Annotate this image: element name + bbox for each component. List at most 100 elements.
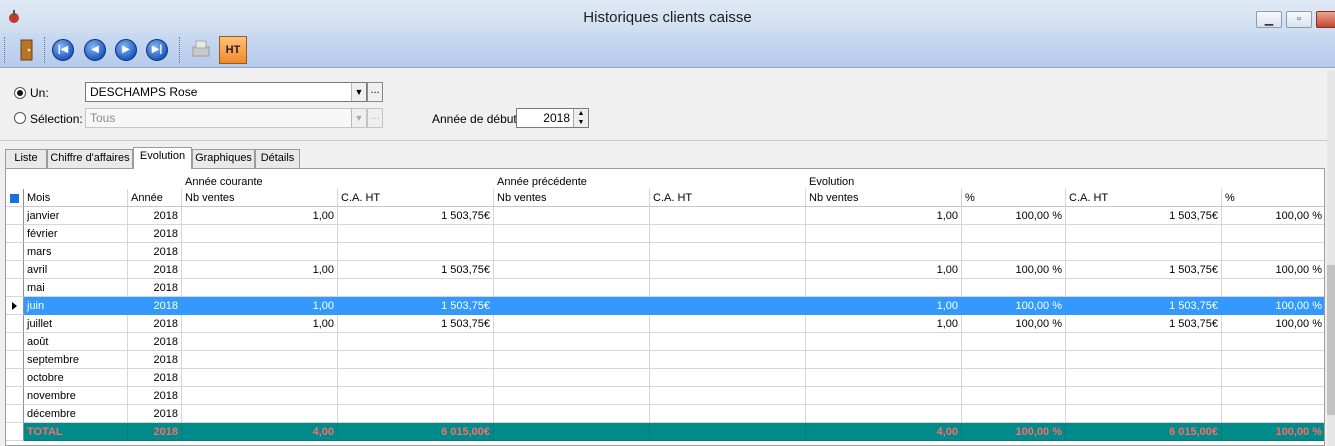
tab-chiffre-affaires[interactable]: Chiffre d'affaires bbox=[47, 149, 133, 168]
cell-evolution-ca-ht[interactable] bbox=[1066, 279, 1222, 297]
cell-evolution-nb-pct[interactable] bbox=[962, 405, 1066, 423]
column-header-annee[interactable]: Année bbox=[128, 189, 182, 207]
cell-courante-nb-ventes[interactable]: 1,00 bbox=[182, 315, 338, 333]
cell-evolution-ca-pct[interactable] bbox=[1222, 243, 1324, 261]
total-row[interactable]: TOTAL 2018 4,00 6 015,00€ 4,00 100,00 % 6 015,… bbox=[6, 423, 1324, 441]
cell-mois[interactable]: mars bbox=[24, 243, 128, 261]
client-select[interactable]: DESCHAMPS Rose ▼ bbox=[85, 82, 367, 102]
previous-record-button[interactable]: ◀ bbox=[82, 37, 108, 63]
row-indicator[interactable] bbox=[6, 351, 24, 369]
cell-evolution-ca-ht[interactable]: 1 503,75€ bbox=[1066, 315, 1222, 333]
cell-courante-ca-ht[interactable]: 1 503,75€ bbox=[338, 297, 494, 315]
cell-evolution-nb-pct[interactable]: 100,00 % bbox=[962, 423, 1066, 441]
cell-precedente-ca-ht[interactable] bbox=[650, 351, 806, 369]
column-header-courante-nb-ventes[interactable]: Nb ventes bbox=[182, 189, 338, 207]
cell-precedente-ca-ht[interactable] bbox=[650, 243, 806, 261]
cell-courante-nb-ventes[interactable]: 1,00 bbox=[182, 297, 338, 315]
cell-precedente-ca-ht[interactable] bbox=[650, 315, 806, 333]
table-row[interactable]: avril 2018 1,00 1 503,75€ 1,00 100,00 % 1 503,… bbox=[6, 261, 1324, 279]
column-header-evolution-nb-pct[interactable]: % bbox=[962, 189, 1066, 207]
cell-precedente-ca-ht[interactable] bbox=[650, 225, 806, 243]
cell-mois[interactable]: février bbox=[24, 225, 128, 243]
table-row[interactable]: août 2018 bbox=[6, 333, 1324, 351]
scrollbar-thumb[interactable] bbox=[1327, 265, 1335, 415]
cell-evolution-nb-ventes[interactable] bbox=[806, 387, 962, 405]
cell-evolution-ca-pct[interactable]: 100,00 % bbox=[1222, 423, 1324, 441]
cell-courante-ca-ht[interactable]: 1 503,75€ bbox=[338, 261, 494, 279]
maximize-button[interactable]: ▫ bbox=[1286, 11, 1312, 28]
cell-evolution-ca-ht[interactable] bbox=[1066, 405, 1222, 423]
cell-evolution-ca-ht[interactable] bbox=[1066, 243, 1222, 261]
cell-precedente-ca-ht[interactable] bbox=[650, 405, 806, 423]
annee-debut-spinner[interactable]: 2018 ▲ ▼ bbox=[516, 108, 589, 128]
cell-precedente-ca-ht[interactable] bbox=[650, 207, 806, 225]
cell-evolution-ca-pct[interactable] bbox=[1222, 369, 1324, 387]
row-indicator[interactable] bbox=[6, 207, 24, 225]
row-indicator[interactable] bbox=[6, 405, 24, 423]
first-record-button[interactable]: |◀ bbox=[50, 37, 76, 63]
cell-evolution-ca-pct[interactable] bbox=[1222, 225, 1324, 243]
cell-evolution-nb-pct[interactable]: 100,00 % bbox=[962, 297, 1066, 315]
cell-evolution-ca-ht[interactable]: 1 503,75€ bbox=[1066, 297, 1222, 315]
tab-graphiques[interactable]: Graphiques bbox=[192, 149, 255, 168]
cell-courante-nb-ventes[interactable] bbox=[182, 351, 338, 369]
cell-annee[interactable]: 2018 bbox=[128, 279, 182, 297]
cell-annee[interactable]: 2018 bbox=[128, 423, 182, 441]
cell-precedente-ca-ht[interactable] bbox=[650, 279, 806, 297]
cell-annee[interactable]: 2018 bbox=[128, 261, 182, 279]
column-header-precedente-ca-ht[interactable]: C.A. HT bbox=[650, 189, 806, 207]
cell-annee[interactable]: 2018 bbox=[128, 351, 182, 369]
cell-precedente-ca-ht[interactable] bbox=[650, 297, 806, 315]
table-row[interactable]: décembre 2018 bbox=[6, 405, 1324, 423]
un-radio[interactable] bbox=[14, 87, 26, 99]
tab-details[interactable]: Détails bbox=[255, 149, 300, 168]
row-indicator[interactable] bbox=[6, 423, 24, 441]
cell-mois[interactable]: avril bbox=[24, 261, 128, 279]
cell-courante-ca-ht[interactable]: 1 503,75€ bbox=[338, 207, 494, 225]
cell-evolution-nb-ventes[interactable] bbox=[806, 333, 962, 351]
tab-evolution[interactable]: Evolution bbox=[133, 147, 192, 169]
next-record-button[interactable]: ▶ bbox=[113, 37, 139, 63]
cell-evolution-ca-pct[interactable] bbox=[1222, 387, 1324, 405]
cell-courante-ca-ht[interactable]: 1 503,75€ bbox=[338, 315, 494, 333]
cell-precedente-nb-ventes[interactable] bbox=[494, 243, 650, 261]
cell-evolution-nb-ventes[interactable] bbox=[806, 369, 962, 387]
row-indicator[interactable] bbox=[6, 225, 24, 243]
evolution-grid[interactable]: Année courante Année précédente Evolutio… bbox=[5, 168, 1325, 446]
row-indicator[interactable] bbox=[6, 333, 24, 351]
cell-evolution-ca-ht[interactable] bbox=[1066, 351, 1222, 369]
cell-mois[interactable]: décembre bbox=[24, 405, 128, 423]
cell-precedente-nb-ventes[interactable] bbox=[494, 405, 650, 423]
cell-evolution-nb-ventes[interactable]: 1,00 bbox=[806, 261, 962, 279]
cell-mois[interactable]: janvier bbox=[24, 207, 128, 225]
table-row[interactable]: juin 2018 1,00 1 503,75€ 1,00 100,00 % 1 503,7… bbox=[6, 297, 1324, 315]
cell-annee[interactable]: 2018 bbox=[128, 315, 182, 333]
cell-annee[interactable]: 2018 bbox=[128, 333, 182, 351]
cell-courante-nb-ventes[interactable]: 4,00 bbox=[182, 423, 338, 441]
last-record-button[interactable]: ▶| bbox=[144, 37, 170, 63]
cell-evolution-nb-pct[interactable] bbox=[962, 225, 1066, 243]
cell-evolution-ca-pct[interactable] bbox=[1222, 333, 1324, 351]
cell-evolution-ca-pct[interactable] bbox=[1222, 279, 1324, 297]
spinner-arrows-icon[interactable]: ▲ ▼ bbox=[573, 109, 588, 127]
cell-mois[interactable]: mai bbox=[24, 279, 128, 297]
cell-evolution-ca-ht[interactable] bbox=[1066, 369, 1222, 387]
cell-courante-ca-ht[interactable] bbox=[338, 351, 494, 369]
cell-evolution-nb-ventes[interactable] bbox=[806, 405, 962, 423]
row-indicator[interactable] bbox=[6, 387, 24, 405]
cell-evolution-nb-pct[interactable]: 100,00 % bbox=[962, 261, 1066, 279]
table-row[interactable]: juillet 2018 1,00 1 503,75€ 1,00 100,00 % 1 50… bbox=[6, 315, 1324, 333]
exit-door-button[interactable] bbox=[13, 37, 39, 63]
cell-mois[interactable]: octobre bbox=[24, 369, 128, 387]
current-row-indicator-icon[interactable] bbox=[6, 297, 24, 315]
cell-evolution-ca-pct[interactable]: 100,00 % bbox=[1222, 207, 1324, 225]
cell-evolution-ca-ht[interactable] bbox=[1066, 387, 1222, 405]
row-indicator[interactable] bbox=[6, 369, 24, 387]
table-row[interactable]: octobre 2018 bbox=[6, 369, 1324, 387]
cell-precedente-ca-ht[interactable] bbox=[650, 369, 806, 387]
toolbar-grip-2[interactable] bbox=[44, 37, 48, 63]
cell-courante-nb-ventes[interactable] bbox=[182, 369, 338, 387]
cell-evolution-ca-pct[interactable]: 100,00 % bbox=[1222, 315, 1324, 333]
cell-evolution-nb-pct[interactable] bbox=[962, 387, 1066, 405]
column-header-mois[interactable]: Mois bbox=[24, 189, 128, 207]
